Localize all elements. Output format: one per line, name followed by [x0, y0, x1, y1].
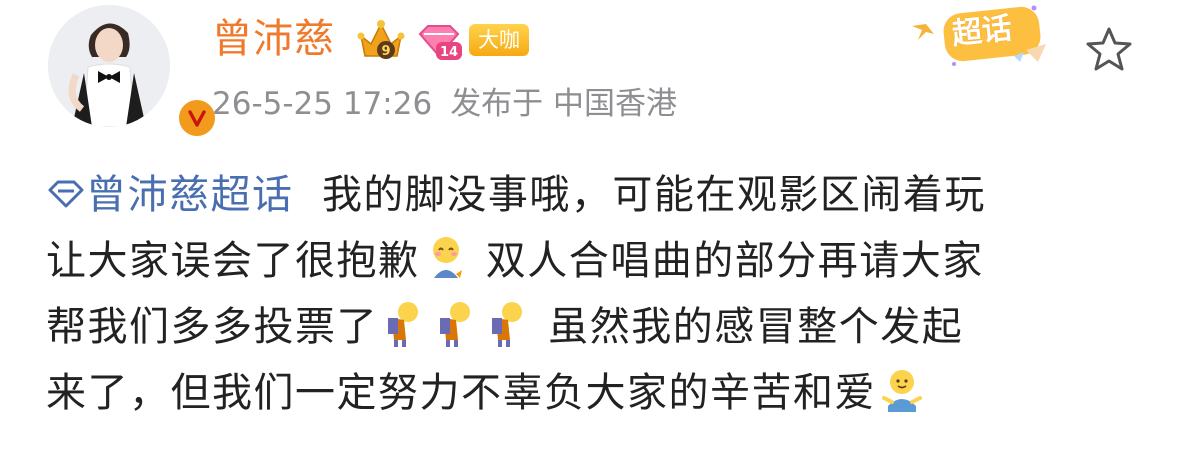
avatar[interactable] [48, 5, 218, 139]
post-text-6: 来了，但我们一定努力不辜负大家的辛苦和爱 [46, 370, 876, 416]
post-time: 26-5-25 17:26 [212, 86, 433, 122]
post-text-4: 帮我们多多投票了 [46, 304, 378, 350]
post-meta: 26-5-25 17:26 发布于 中国香港 [212, 84, 677, 124]
crown-icon[interactable]: 9 [356, 16, 406, 64]
post-text-1: 我的脚没事哦，可能在观影区闹着玩 [321, 172, 986, 218]
post-body: 曾沛慈超话 我的脚没事哦，可能在观影区闹着玩 让大家误会了很抱歉 双人合唱曲的部… [46, 162, 1146, 426]
bow-emoji [492, 302, 522, 347]
diamond-topic-icon [48, 180, 84, 208]
topic-link[interactable]: 曾沛慈超话 [46, 172, 294, 218]
diamond-level: 14 [440, 45, 458, 60]
topic-text[interactable]: 曾沛慈超话 [86, 172, 294, 218]
post-text-2: 让大家误会了很抱歉 [46, 238, 420, 284]
star-icon[interactable] [1084, 26, 1134, 72]
post-text-5: 虽然我的感冒整个发起 [548, 304, 964, 350]
bow-emoji [440, 302, 470, 347]
post-location: 发布于 中国香港 [450, 86, 678, 122]
post-text-3: 双人合唱曲的部分再请大家 [485, 238, 984, 284]
shy-emoji [432, 237, 462, 278]
chaohua-label[interactable]: 超话 [950, 9, 1014, 55]
username[interactable]: 曾沛慈 [212, 14, 335, 64]
bow-emoji [388, 302, 418, 347]
hug-emoji [882, 370, 922, 412]
crown-level: 9 [381, 44, 390, 59]
vip-badge[interactable]: 大咖 [469, 24, 529, 56]
diamond-level-icon[interactable]: 14 [414, 22, 464, 62]
